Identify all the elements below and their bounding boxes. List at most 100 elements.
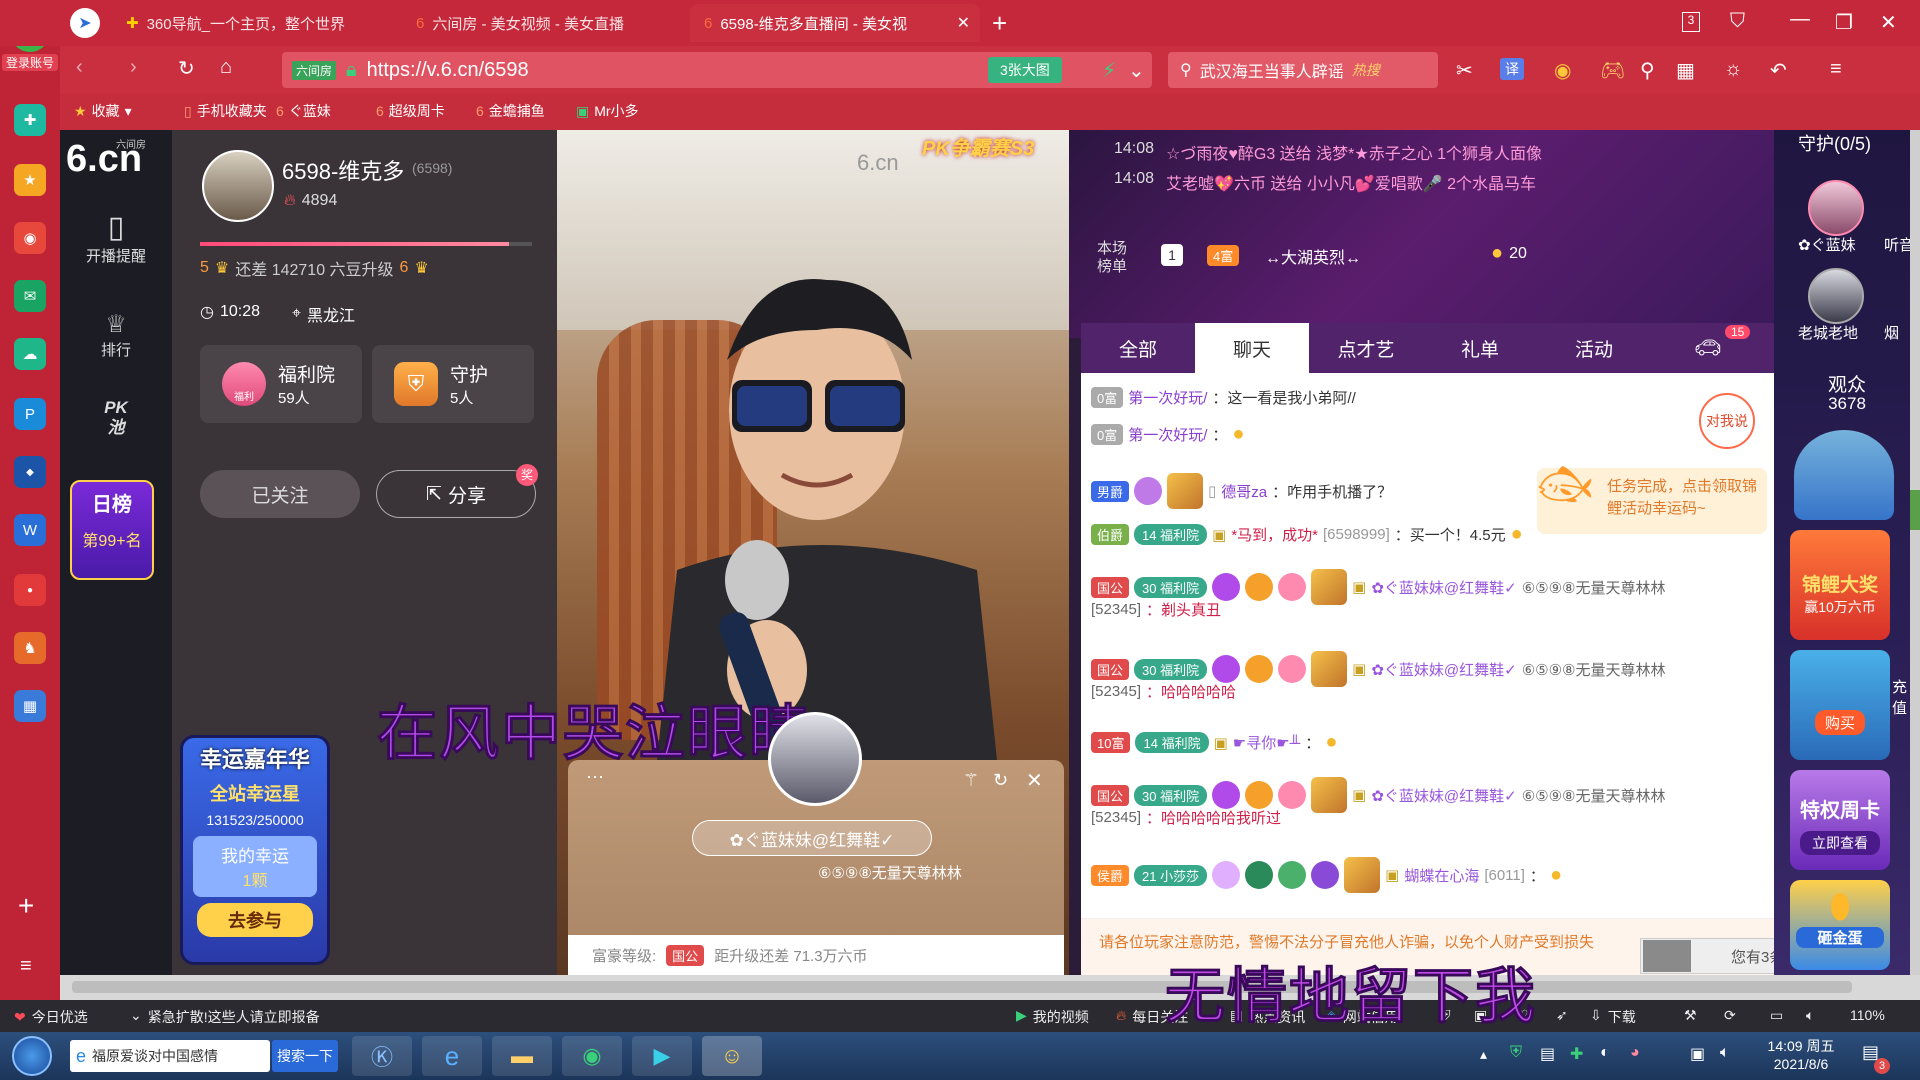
scissors-icon[interactable]: ✂ (1456, 58, 1473, 83)
user-name[interactable]: 第一次好玩/ (1128, 387, 1207, 408)
tab-gift-list[interactable]: 礼单 (1423, 323, 1537, 373)
sync-icon[interactable]: ⟳ (1724, 1007, 1736, 1024)
followed-button[interactable]: 已关注 (200, 470, 360, 518)
tab-active-room[interactable]: 6 6598-维克多直播间 - 美女视 ✕ (690, 4, 980, 42)
popup-avatar[interactable] (768, 712, 862, 806)
dropdown-icon[interactable]: ⌄ (1128, 58, 1145, 83)
share-button[interactable]: ⇱ 分享 (376, 470, 536, 518)
translate-button[interactable]: 译 (1500, 58, 1524, 80)
smash-egg-button[interactable]: 砸金蛋 (1796, 927, 1884, 948)
new-tab-icon[interactable]: + (992, 8, 1007, 39)
welfare-card[interactable]: 福利 福利院 59人 (200, 345, 362, 423)
bookmark-mr[interactable]: ▣ Mr小多 (576, 101, 639, 121)
speed-icon[interactable]: ⚡ (1102, 58, 1116, 83)
bookmark-fish[interactable]: 6 金蟾捕鱼 (476, 101, 545, 121)
more-icon[interactable]: ··· (586, 766, 604, 787)
menu-icon[interactable]: ≡ (20, 955, 32, 978)
tray-app-icon[interactable]: ◐ (1600, 1044, 1610, 1062)
volume-icon[interactable]: 🔈︎ (1806, 1007, 1814, 1024)
nav-pk-pool[interactable]: PK池 (60, 398, 172, 438)
news-ticker[interactable]: ⌄ 紧急扩散!这些人请立即报备 (130, 1007, 320, 1027)
tray-qq-icon[interactable]: ◕ (1630, 1044, 1640, 1062)
home-icon[interactable]: ⌂ (220, 56, 232, 79)
tab-360nav[interactable]: ✚ 360导航_一个主页，整个世界 (112, 4, 402, 42)
mail-icon[interactable]: ✉ (14, 280, 46, 312)
close-tab-icon[interactable]: ✕ (957, 13, 970, 33)
tab-count[interactable]: 3 (1682, 12, 1700, 32)
say-to-me-button[interactable]: 对我说 (1699, 393, 1755, 449)
bookmark-mobile[interactable]: ▯ 手机收藏夹 (184, 101, 267, 121)
taskbar-app-k-icon[interactable]: Ⓚ (352, 1036, 412, 1076)
weibo-icon[interactable]: ◉ (14, 222, 46, 254)
bookmark-lanmei[interactable]: 6 ぐ蓝妹 (276, 101, 331, 121)
tray-shield-icon[interactable]: ⛨ (1510, 1044, 1522, 1062)
favorite-star-icon[interactable]: ★ (14, 164, 46, 196)
taskbar-player-icon[interactable]: ▶ (632, 1036, 692, 1076)
scrollbar-thumb[interactable] (72, 981, 1852, 993)
undo-icon[interactable]: ↶ (1770, 58, 1787, 83)
tray-network-icon[interactable]: ▣ (1690, 1044, 1705, 1064)
site-logo[interactable]: 6.cn 六间房 (66, 138, 166, 188)
buy-button[interactable]: 购买 (1814, 710, 1865, 735)
doc-icon[interactable]: W (14, 514, 46, 546)
download-button[interactable]: ⇩ 下载 (1590, 1007, 1636, 1027)
guard-avatar[interactable] (1808, 268, 1864, 324)
nav-ranking[interactable]: ♕ 排行 (60, 310, 172, 360)
cleanup-icon[interactable]: ⚒ (1684, 1007, 1697, 1024)
taskbar-search[interactable]: e 福原爱谈对中国感情 (70, 1040, 270, 1072)
game-icon[interactable]: ♞ (14, 632, 46, 664)
user-name[interactable]: 德哥za (1221, 481, 1267, 502)
view-now-button[interactable]: 立即查看 (1800, 831, 1880, 855)
tray-clock[interactable]: 14:09 周五 2021/8/6 (1756, 1036, 1846, 1072)
tray-volume-icon[interactable]: 🔈︎ (1720, 1044, 1730, 1062)
guard-avatar[interactable] (1808, 180, 1864, 236)
zoom-level[interactable]: 110% (1850, 1007, 1885, 1023)
window-icon[interactable]: ▭ (1770, 1007, 1783, 1024)
vertical-scrollbar[interactable] (1910, 130, 1920, 975)
board-user[interactable]: ↔大湖英烈↔ (1265, 244, 1361, 268)
board-label[interactable]: 本场榜单 (1097, 240, 1133, 276)
tab-activity[interactable]: 活动 (1537, 323, 1651, 373)
tray-doc-icon[interactable]: ▤ (1540, 1044, 1555, 1064)
taskbar-browser-icon[interactable]: ◉ (562, 1036, 622, 1076)
tray-up-icon[interactable]: ▴ (1480, 1046, 1487, 1063)
gamepad-icon[interactable]: 🎮︎ (1600, 58, 1625, 83)
user-name[interactable]: 第一次好玩/ (1128, 424, 1207, 445)
daily-rank-badge[interactable]: 日榜 第99+名 (70, 480, 154, 580)
app-store-icon[interactable]: ▦ (14, 690, 46, 722)
user-name[interactable]: ✿ぐ蓝妹妹@红舞鞋✓ (1371, 577, 1516, 598)
grid-icon[interactable]: ▦ (1676, 58, 1695, 83)
find-icon[interactable]: ⚲ (1640, 58, 1655, 83)
coin-icon[interactable]: ◉ (1554, 58, 1571, 83)
tray-plus-icon[interactable]: ✚ (1570, 1044, 1583, 1064)
reload-icon[interactable]: ↻ (178, 56, 195, 81)
bookmark-favorites[interactable]: ★ 收藏 ▾ (74, 101, 132, 121)
guard-card[interactable]: ⛨ 守护 5人 (372, 345, 534, 423)
start-button[interactable] (12, 1036, 52, 1076)
nav-live-reminder[interactable]: ▯ 开播提醒 (60, 210, 172, 266)
payment-icon[interactable]: P (14, 398, 46, 430)
tab-talent[interactable]: 点才艺 (1309, 323, 1423, 373)
url-field[interactable]: 六间房 🔒︎ https://v.6.cn/6598 3张大图 ⚡ ⌄ (282, 52, 1152, 88)
forward-icon[interactable]: › (130, 56, 137, 79)
rocket-icon[interactable]: ➶ (1556, 1007, 1568, 1024)
user-name[interactable]: *马到，成功* (1231, 524, 1318, 545)
horizontal-scrollbar[interactable] (60, 975, 1920, 1000)
back-icon[interactable]: ‹ (76, 56, 83, 79)
golden-egg-promo[interactable]: ⬮ 砸金蛋 (1790, 880, 1890, 970)
user-name[interactable]: ✿ぐ蓝妹妹@红舞鞋✓ (1371, 659, 1516, 680)
minimize-icon[interactable]: — (1790, 8, 1810, 31)
join-button[interactable]: 去参与 (197, 903, 313, 937)
shop-icon[interactable]: ● (14, 574, 46, 606)
shirt-skin-icon[interactable]: ⛉ (1730, 10, 1745, 33)
restore-icon[interactable]: ❐ (1835, 10, 1853, 35)
taskbar-folder-icon[interactable]: ▬ (492, 1036, 552, 1076)
koi-promo[interactable]: 锦鲤大奖 赢10万六币 (1790, 530, 1890, 640)
taskbar-search-button[interactable]: 搜索一下 (272, 1040, 338, 1072)
image-count-pill[interactable]: 3张大图 (988, 57, 1062, 83)
user-name[interactable]: ✿ぐ蓝妹妹@红舞鞋✓ (1371, 785, 1516, 806)
tab-all[interactable]: 全部 (1081, 323, 1195, 373)
close-window-icon[interactable]: ✕ (1880, 10, 1897, 35)
search-box[interactable]: ⚲ 武汉海王当事人辟谣 热搜 (1168, 52, 1438, 88)
week-card-promo[interactable]: 特权周卡 立即查看 (1790, 770, 1890, 870)
